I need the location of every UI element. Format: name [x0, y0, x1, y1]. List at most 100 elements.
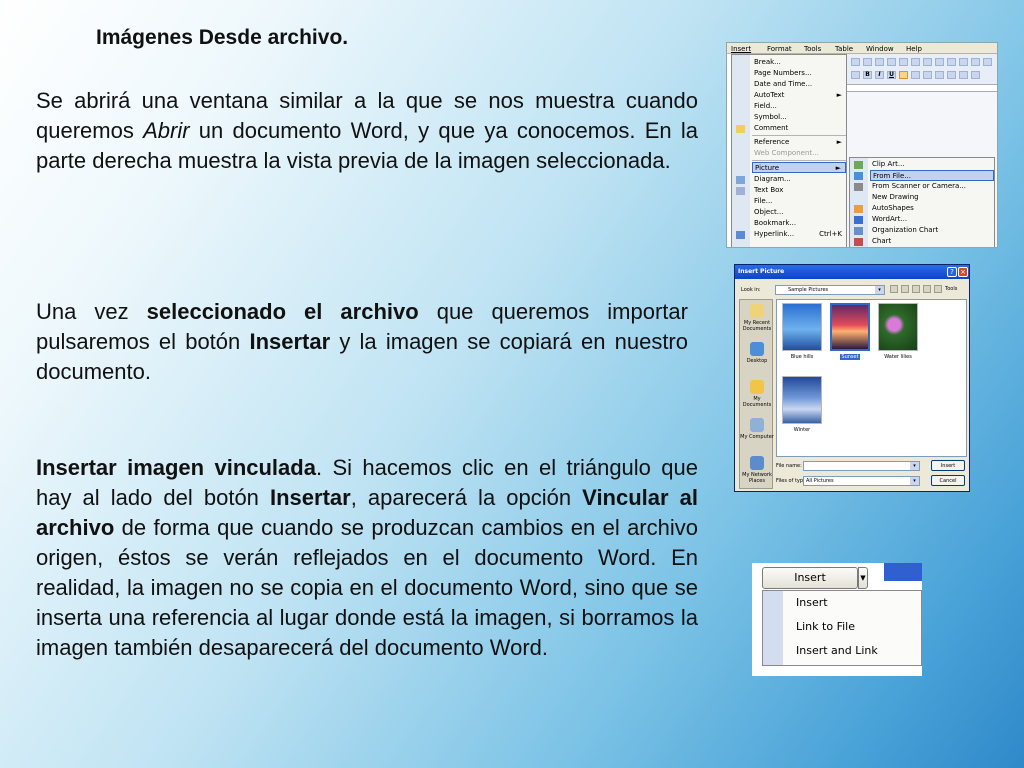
menu-item-page-numbers[interactable]: Page Numbers...	[752, 68, 846, 79]
bold-button[interactable]: B	[863, 71, 872, 79]
dialog-cancel-button[interactable]: Cancel	[931, 475, 965, 486]
place-network[interactable]: My Network Places	[740, 456, 774, 484]
network-places-icon	[750, 456, 764, 470]
delete-icon[interactable]	[912, 285, 920, 293]
menu-help[interactable]: Help	[906, 45, 922, 53]
look-in-select[interactable]: Sample Pictures ▾	[775, 285, 885, 295]
place-desktop[interactable]: Desktop	[740, 342, 774, 364]
winter-thumbnail	[782, 376, 822, 424]
chevron-down-icon: ▾	[910, 477, 919, 485]
menu-item-break[interactable]: Break...	[752, 57, 846, 68]
file-thumbnail[interactable]: Winter	[782, 376, 822, 433]
dialog-toolbar: Tools	[890, 285, 957, 293]
toolbar-icon[interactable]	[863, 58, 872, 66]
place-my-computer[interactable]: My Computer	[740, 418, 774, 440]
option-insert[interactable]: Insert	[796, 595, 828, 611]
align-right-icon[interactable]	[923, 71, 932, 79]
insert-dropdown: Break... Page Numbers... Date and Time..…	[731, 54, 847, 247]
menu-item-autotext[interactable]: AutoText ►	[752, 90, 846, 101]
menu-item-diagram[interactable]: Diagram...	[752, 174, 846, 185]
insert-dropdown-arrow-icon[interactable]: ▼	[858, 567, 868, 589]
menu-format[interactable]: Format	[767, 45, 792, 53]
file-thumbnail[interactable]: Blue hills	[782, 303, 822, 360]
comment-icon	[736, 125, 745, 133]
toolbar-icon[interactable]	[935, 58, 944, 66]
menu-item-symbol[interactable]: Symbol...	[752, 112, 846, 123]
bullets-icon[interactable]	[971, 71, 980, 79]
menu-table[interactable]: Table	[835, 45, 853, 53]
menu-item-text-box[interactable]: Text Box	[752, 185, 846, 196]
submenu-arrow-icon: ►	[836, 138, 842, 146]
toolbar-icon[interactable]	[911, 58, 920, 66]
file-name-input[interactable]: ▾	[803, 461, 920, 471]
toolbar-icon[interactable]	[959, 58, 968, 66]
menu-tools[interactable]: Tools	[804, 45, 821, 53]
views-icon[interactable]	[934, 285, 942, 293]
help-icon[interactable]: ?	[947, 267, 957, 277]
menu-item-reference[interactable]: Reference ►	[752, 137, 846, 148]
menu-item-object[interactable]: Object...	[752, 207, 846, 218]
justify-icon[interactable]	[935, 71, 944, 79]
toolbar-icon[interactable]	[923, 58, 932, 66]
look-in-label: Look in:	[741, 287, 761, 293]
from-file-icon	[854, 172, 863, 180]
back-icon[interactable]	[890, 285, 898, 293]
menu-item-web-component: Web Component...	[754, 149, 819, 157]
option-link-to-file[interactable]: Link to File	[796, 619, 855, 635]
file-thumbnail[interactable]: Water lilies	[878, 303, 918, 360]
files-of-type-select[interactable]: All Pictures ▾	[803, 476, 920, 486]
toolbar-icon[interactable]	[887, 58, 896, 66]
tools-menu[interactable]: Tools	[945, 286, 957, 292]
file-thumbnail-selected[interactable]: Sunset	[830, 303, 870, 360]
dialog-title: Insert Picture	[735, 265, 969, 279]
menu-insert[interactable]: Insert	[731, 45, 751, 53]
submenu-from-file[interactable]: From File...	[870, 170, 994, 181]
dialog-insert-button[interactable]: Insert	[931, 460, 965, 471]
place-recent-documents[interactable]: My Recent Documents	[740, 304, 774, 332]
file-name-label: File name:	[776, 463, 802, 469]
menu-separator	[752, 160, 846, 161]
submenu-autoshapes[interactable]: AutoShapes	[870, 203, 994, 214]
numbering-icon[interactable]	[959, 71, 968, 79]
underline-button[interactable]: U	[887, 71, 896, 79]
submenu-organization-chart[interactable]: Organization Chart	[870, 225, 994, 236]
menu-item-picture[interactable]: Picture ►	[752, 162, 846, 173]
menu-item-file[interactable]: File...	[752, 196, 846, 207]
submenu-clip-art[interactable]: Clip Art...	[870, 159, 994, 170]
option-insert-and-link[interactable]: Insert and Link	[796, 643, 878, 659]
insert-split-button-screenshot: Insert ▼ Insert Link to File Insert and …	[752, 563, 922, 676]
wordart-icon	[854, 216, 863, 224]
diagram-icon	[736, 176, 745, 184]
paragraph-linked-image: Insertar imagen vinculada. Si hacemos cl…	[36, 455, 699, 660]
submenu-new-drawing[interactable]: New Drawing	[870, 192, 994, 203]
toolbar-icon[interactable]	[947, 58, 956, 66]
menu-window[interactable]: Window	[866, 45, 894, 53]
menu-item-comment[interactable]: Comment	[752, 123, 846, 134]
menu-item-field[interactable]: Field...	[752, 101, 846, 112]
new-folder-icon[interactable]	[923, 285, 931, 293]
toolbar-icon[interactable]	[983, 58, 992, 66]
insert-button[interactable]: Insert	[762, 567, 858, 589]
up-folder-icon[interactable]	[901, 285, 909, 293]
menu-item-hyperlink[interactable]: Hyperlink... Ctrl+K	[752, 229, 846, 240]
close-icon[interactable]: ×	[958, 267, 968, 277]
submenu-chart[interactable]: Chart	[870, 236, 994, 247]
menu-item-date-time[interactable]: Date and Time...	[752, 79, 846, 90]
toolbar-icon[interactable]	[971, 58, 980, 66]
autoshapes-icon	[854, 205, 863, 213]
place-my-documents[interactable]: My Documents	[740, 380, 774, 408]
italic-button[interactable]: I	[875, 71, 884, 79]
toolbar-icon[interactable]	[899, 58, 908, 66]
sunset-thumbnail	[830, 303, 870, 351]
places-bar: My Recent Documents Desktop My Documents…	[739, 299, 774, 489]
submenu-scanner-camera[interactable]: From Scanner or Camera...	[870, 181, 994, 192]
toolbar-icon[interactable]	[875, 58, 884, 66]
chart-icon	[854, 238, 863, 246]
font-size-icon[interactable]	[851, 71, 860, 79]
line-spacing-icon[interactable]	[947, 71, 956, 79]
submenu-wordart[interactable]: WordArt...	[870, 214, 994, 225]
toolbar-icon[interactable]	[851, 58, 860, 66]
align-center-icon[interactable]	[911, 71, 920, 79]
align-left-icon[interactable]	[899, 71, 908, 79]
menu-item-bookmark[interactable]: Bookmark...	[752, 218, 846, 229]
